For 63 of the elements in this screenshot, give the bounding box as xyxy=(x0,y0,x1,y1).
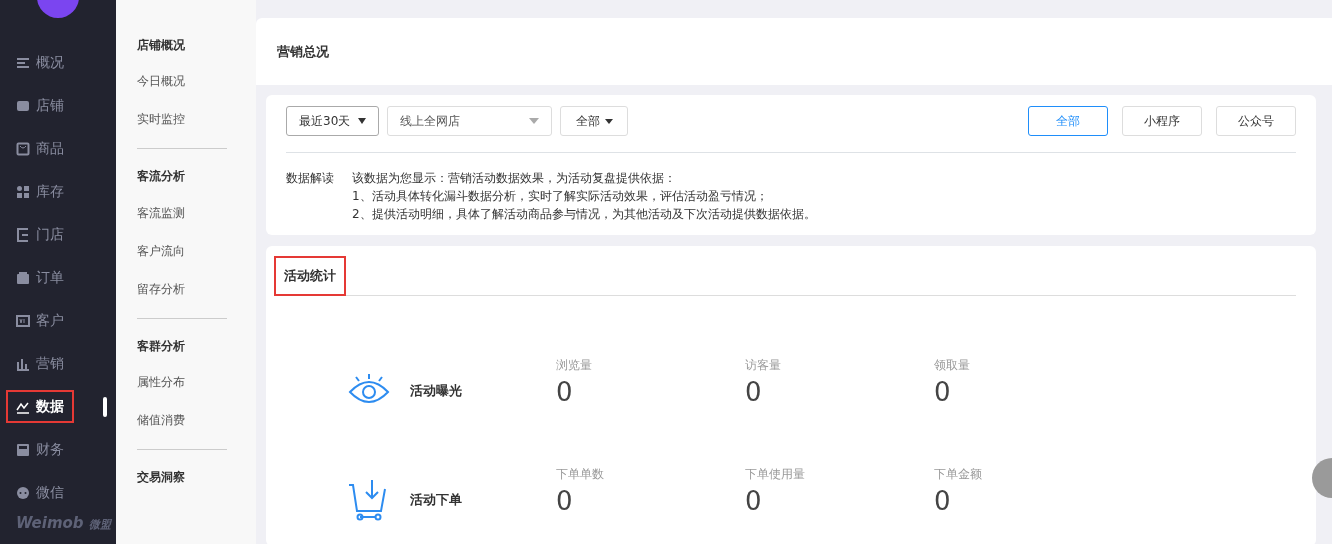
caret-icon xyxy=(529,118,539,124)
sidebar-item[interactable]: 微信 xyxy=(0,471,116,514)
brand-logo: Weimob 微盟 xyxy=(15,513,113,534)
subnav-heading: 客群分析 xyxy=(137,338,186,354)
channel-tab[interactable]: 公众号 xyxy=(1216,106,1296,136)
sidebar-item[interactable]: 商品 xyxy=(0,127,116,170)
explain-text: 2、提供活动明细，具体了解活动商品参与情况，为其他活动及下次活动提供数据依据。 xyxy=(352,206,816,223)
sidebar-item[interactable]: 营销 xyxy=(0,342,116,385)
chat-bubble-icon xyxy=(16,485,30,500)
highlight-outline: 数据 xyxy=(6,390,74,423)
subnav-link[interactable]: 属性分布 xyxy=(137,373,256,392)
subnav-link[interactable]: 储值消费 xyxy=(137,411,256,430)
metric-label: 下单使用量 xyxy=(745,466,806,483)
caret-icon xyxy=(604,118,613,124)
metric-value: 0 xyxy=(745,485,763,518)
grid-icon xyxy=(16,184,30,199)
subnav-link[interactable]: 今日概况 xyxy=(137,72,256,91)
store-icon xyxy=(16,98,30,113)
subnav-heading: 店铺概况 xyxy=(137,38,186,53)
store-select[interactable]: 线上全网店 xyxy=(387,106,552,136)
metric-label: 领取量 xyxy=(934,357,971,374)
metric-value: 0 xyxy=(556,485,574,518)
page-title: 营销总况 xyxy=(276,43,330,61)
channel-tab[interactable]: 全部 xyxy=(1028,106,1108,136)
subnav-link[interactable]: 客流监测 xyxy=(137,203,256,222)
vip-card-icon xyxy=(16,313,30,328)
sidebar-item[interactable]: 客户 xyxy=(0,299,116,342)
explain-label: 数据解读 xyxy=(286,170,334,187)
lines-icon xyxy=(16,55,30,70)
sidebar-item[interactable]: 库存 xyxy=(0,170,116,213)
metric-label: 访客量 xyxy=(745,357,782,374)
sidebar-item[interactable]: 概况 xyxy=(0,41,116,84)
explain-text: 1、活动具体转化漏斗数据分析，实时了解实际活动效果，评估活动盈亏情况； xyxy=(352,188,769,205)
active-indicator xyxy=(103,397,107,417)
metric-value: 0 xyxy=(745,376,763,409)
period-dropdown[interactable]: 最近30天 xyxy=(286,106,379,136)
subnav-link[interactable]: 客户流向 xyxy=(137,241,256,260)
sidebar-item[interactable]: 店铺 xyxy=(0,84,116,127)
metric-label: 下单金额 xyxy=(934,466,983,483)
metric-label: 浏览量 xyxy=(556,357,593,374)
subnav-heading: 交易洞察 xyxy=(137,470,186,485)
caret-icon xyxy=(358,118,366,124)
section-title: 活动统计 xyxy=(274,256,346,296)
metric-value: 0 xyxy=(556,376,574,409)
calculator-icon xyxy=(16,442,30,457)
subnav-link[interactable]: 实时监控 xyxy=(137,110,256,129)
scope-dropdown[interactable]: 全部 xyxy=(560,106,628,136)
group-name: 活动下单 xyxy=(410,491,462,510)
metric-value: 0 xyxy=(934,376,952,409)
bag-icon xyxy=(16,141,30,156)
sidebar-item[interactable]: 门店 xyxy=(0,213,116,256)
box-icon xyxy=(16,270,30,285)
bar-chart-icon xyxy=(16,356,30,371)
metric-value: 0 xyxy=(934,485,952,518)
sidebar-item[interactable]: 订单 xyxy=(0,256,116,299)
channel-tab[interactable]: 小程序 xyxy=(1122,106,1202,136)
sidebar-item[interactable]: 财务 xyxy=(0,428,116,471)
metric-label: 下单单数 xyxy=(556,466,605,483)
subnav-link[interactable]: 留存分析 xyxy=(137,279,256,298)
subnav-heading: 客流分析 xyxy=(137,169,186,184)
group-name: 活动曝光 xyxy=(410,382,462,401)
explain-text: 该数据为您显示：营销活动数据效果，为活动复盘提供依据： xyxy=(352,170,677,187)
sidebar-item[interactable]: 数据 xyxy=(0,385,116,428)
